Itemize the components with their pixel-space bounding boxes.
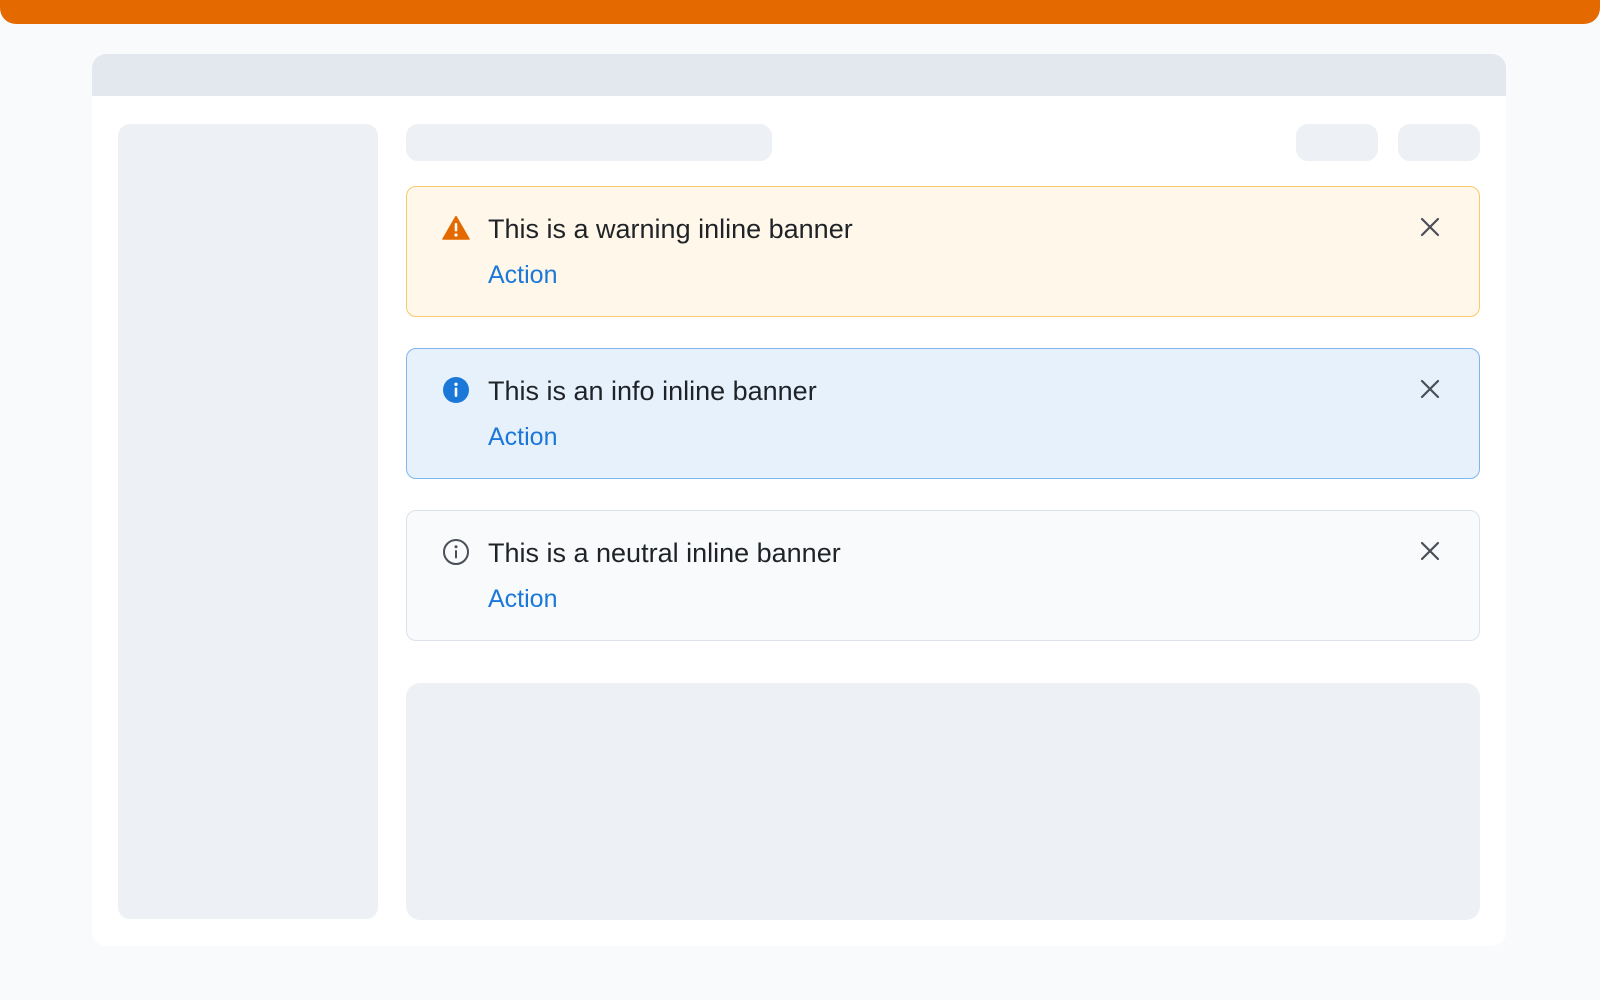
neutral-inline-banner: This is a neutral inline banner Action (406, 510, 1480, 641)
info-banner-message: This is an info inline banner (488, 376, 817, 406)
app-window: This is a warning inline banner Action T… (92, 54, 1506, 946)
neutral-banner-close-button[interactable] (1415, 537, 1445, 567)
info-outline-icon (442, 538, 470, 566)
content-placeholder (406, 683, 1480, 920)
warning-banner-message: This is a warning inline banner (488, 214, 853, 244)
toolbar-search-placeholder (406, 124, 772, 161)
info-banner-close-button[interactable] (1415, 375, 1445, 405)
neutral-banner-message: This is a neutral inline banner (488, 538, 841, 568)
info-banner-action-link[interactable]: Action (488, 422, 557, 452)
top-accent-strip (0, 0, 1600, 24)
toolbar-button-placeholder-2 (1398, 124, 1480, 161)
info-filled-icon (442, 376, 470, 404)
close-icon (1419, 216, 1441, 241)
close-icon (1419, 540, 1441, 565)
warning-banner-close-button[interactable] (1415, 213, 1445, 243)
warning-triangle-icon (442, 214, 470, 242)
sidebar-placeholder (118, 124, 378, 919)
toolbar-button-placeholder-1 (1296, 124, 1378, 161)
window-titlebar (92, 54, 1506, 96)
neutral-banner-action-link[interactable]: Action (488, 584, 557, 614)
warning-banner-action-link[interactable]: Action (488, 260, 557, 290)
warning-inline-banner: This is a warning inline banner Action (406, 186, 1480, 317)
close-icon (1419, 378, 1441, 403)
info-inline-banner: This is an info inline banner Action (406, 348, 1480, 479)
